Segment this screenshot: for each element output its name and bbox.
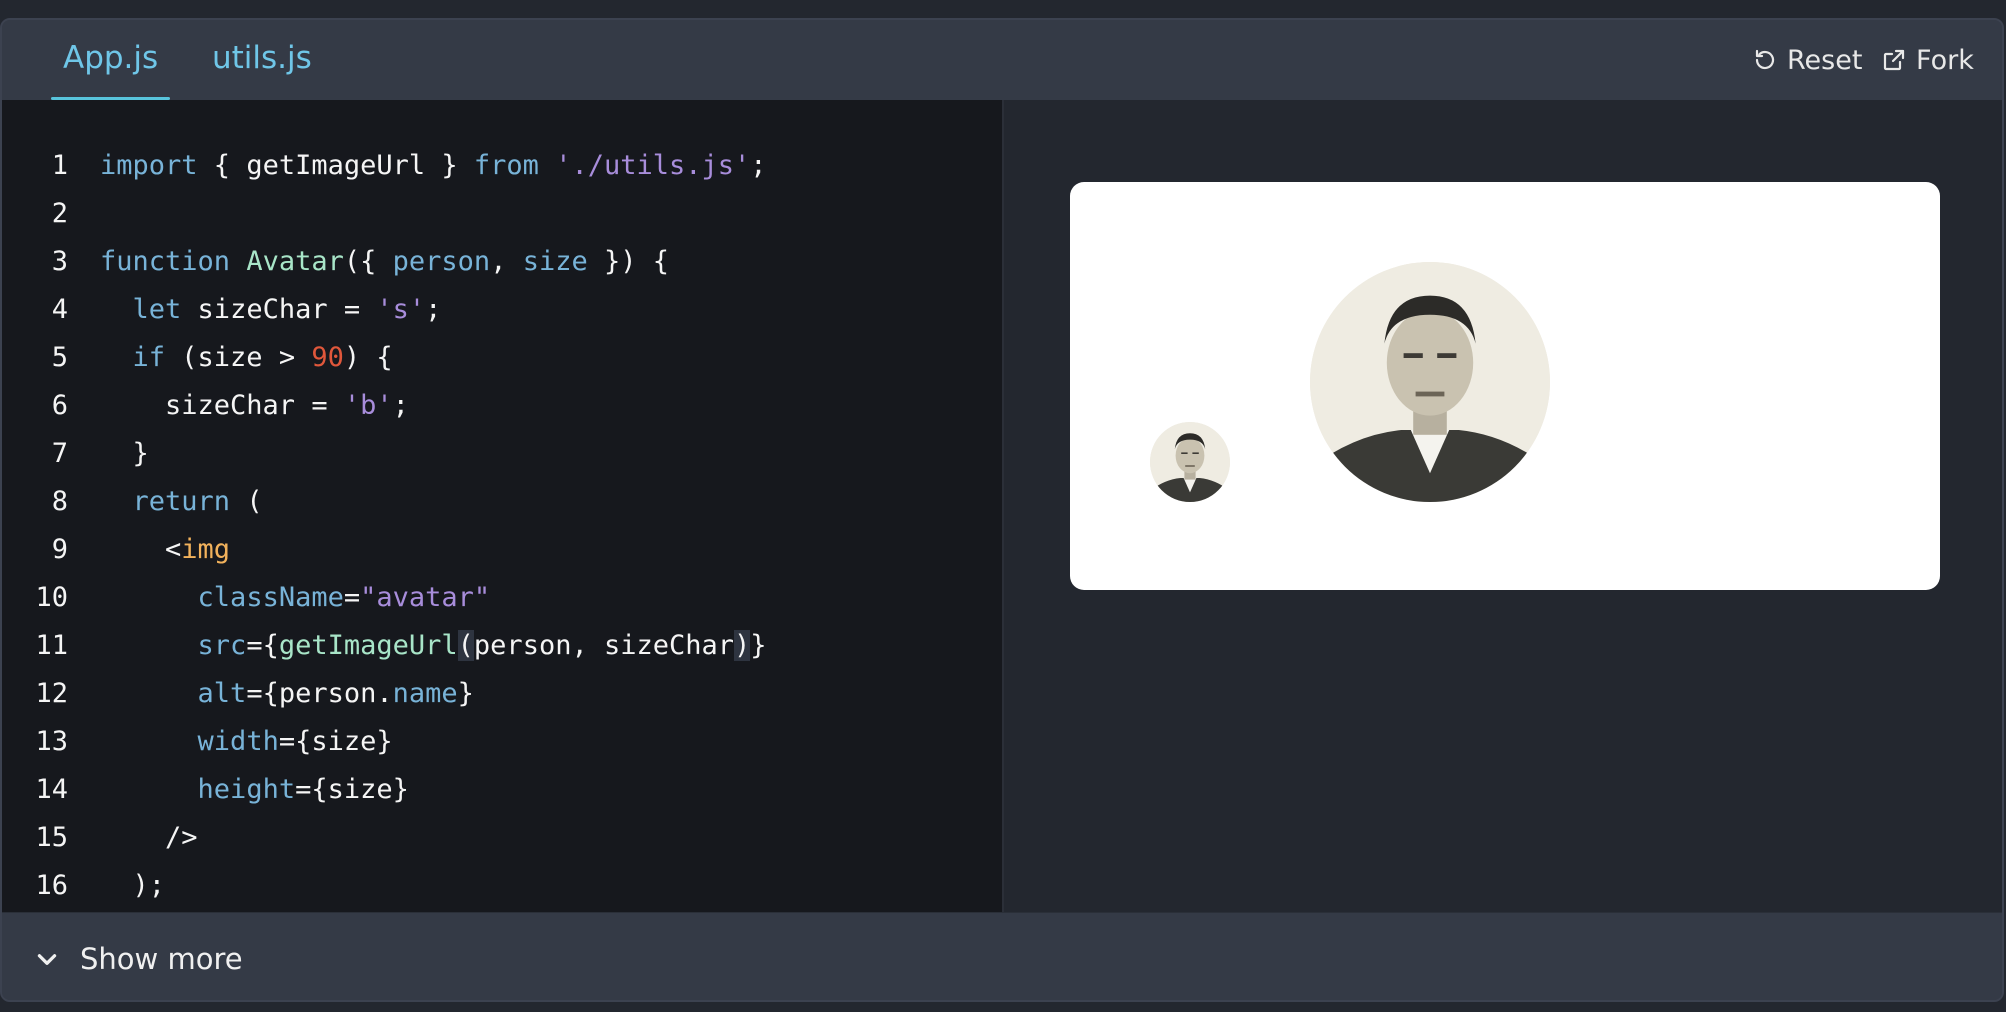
preview-pane bbox=[1004, 100, 2002, 912]
line-number: 10 bbox=[35, 582, 68, 613]
code-line: 3 function Avatar({ person, size }) { bbox=[2, 238, 1002, 286]
line-number: 2 bbox=[51, 198, 68, 229]
code-line-content: if (size > 90) { bbox=[132, 342, 393, 373]
code-line: 10 className="avatar" bbox=[2, 574, 1002, 622]
chevron-down-icon bbox=[37, 954, 57, 965]
code-line: 2 bbox=[2, 190, 1002, 238]
code-line-content: sizeChar = 'b'; bbox=[100, 390, 409, 421]
footer-bar: Show more bbox=[2, 912, 2002, 1000]
code-line-content: import { getImageUrl } from './utils.js'… bbox=[100, 150, 767, 181]
line-number: 9 bbox=[51, 534, 68, 565]
code-line: 9 <img bbox=[2, 526, 1002, 574]
code-line: 11 src={getImageUrl(person, sizeChar)} bbox=[2, 622, 1002, 670]
external-link-icon bbox=[1883, 49, 1905, 71]
line-number: 1 bbox=[51, 150, 68, 181]
code-line: 6 sizeChar = 'b'; bbox=[2, 382, 1002, 430]
line-number: 13 bbox=[35, 726, 68, 757]
code-line: 1 import { getImageUrl } from './utils.js… bbox=[2, 142, 1002, 190]
line-number: 15 bbox=[35, 822, 68, 853]
line-number: 8 bbox=[51, 486, 68, 517]
line-number: 7 bbox=[51, 438, 68, 469]
line-number: 14 bbox=[35, 774, 68, 805]
show-more-button[interactable]: Show more bbox=[34, 939, 243, 979]
code-line-content: ); bbox=[100, 870, 166, 901]
code-line-content: let sizeChar = 's'; bbox=[132, 294, 442, 325]
line-number: 3 bbox=[51, 246, 68, 277]
portrait-image bbox=[1310, 262, 1550, 502]
code-line-content: function Avatar({ person, size }) { bbox=[100, 246, 670, 277]
portrait-image bbox=[1150, 422, 1230, 502]
code-line-content: return ( bbox=[132, 486, 263, 517]
line-number: 12 bbox=[35, 678, 68, 709]
code-line-content: height={size} bbox=[197, 774, 409, 805]
editor-tab-bar: App.js utils.js Reset Fork bbox=[2, 20, 2002, 101]
fork-button[interactable]: Fork bbox=[1882, 42, 1974, 78]
tab-app-js[interactable]: App.js bbox=[51, 20, 171, 100]
code-line: 7 } bbox=[2, 430, 1002, 478]
code-line: 14 height={size} bbox=[2, 766, 1002, 814]
code-line: 16 ); bbox=[2, 862, 1002, 910]
code-line-content: alt={person.name} bbox=[197, 678, 474, 709]
reset-icon bbox=[1755, 49, 1775, 70]
code-line-content: width={size} bbox=[197, 726, 393, 757]
code-line: 4 let sizeChar = 's'; bbox=[2, 286, 1002, 334]
code-line-content: /> bbox=[100, 822, 198, 853]
code-line: 15 /> bbox=[2, 814, 1002, 862]
code-line: 5 if (size > 90) { bbox=[2, 334, 1002, 382]
show-more-label: Show more bbox=[80, 942, 243, 976]
code-line-content: src={getImageUrl(person, sizeChar)} bbox=[197, 630, 767, 661]
reset-button[interactable]: Reset bbox=[1753, 42, 1862, 78]
code-editor[interactable]: 1 import { getImageUrl } from './utils.js… bbox=[2, 100, 1004, 912]
code-line: 12 alt={person.name} bbox=[2, 670, 1002, 718]
fork-label: Fork bbox=[1916, 44, 1974, 76]
code-line: 8 return ( bbox=[2, 478, 1002, 526]
tab-utils-js[interactable]: utils.js bbox=[200, 20, 324, 100]
code-line-content: } bbox=[100, 438, 149, 469]
sandpack-frame: App.js utils.js Reset Fork 1 import { get… bbox=[0, 18, 2004, 1002]
reset-label: Reset bbox=[1787, 44, 1863, 76]
line-number: 16 bbox=[35, 870, 68, 901]
large-avatar bbox=[1310, 262, 1550, 502]
line-number: 5 bbox=[51, 342, 68, 373]
line-number: 4 bbox=[51, 294, 68, 325]
code-line-content: className="avatar" bbox=[197, 582, 491, 613]
line-number: 11 bbox=[35, 630, 68, 661]
line-number: 6 bbox=[51, 390, 68, 421]
code-line: 13 width={size} bbox=[2, 718, 1002, 766]
small-avatar bbox=[1150, 422, 1230, 502]
preview-card bbox=[1070, 182, 1940, 590]
code-line-content: <img bbox=[100, 534, 231, 565]
